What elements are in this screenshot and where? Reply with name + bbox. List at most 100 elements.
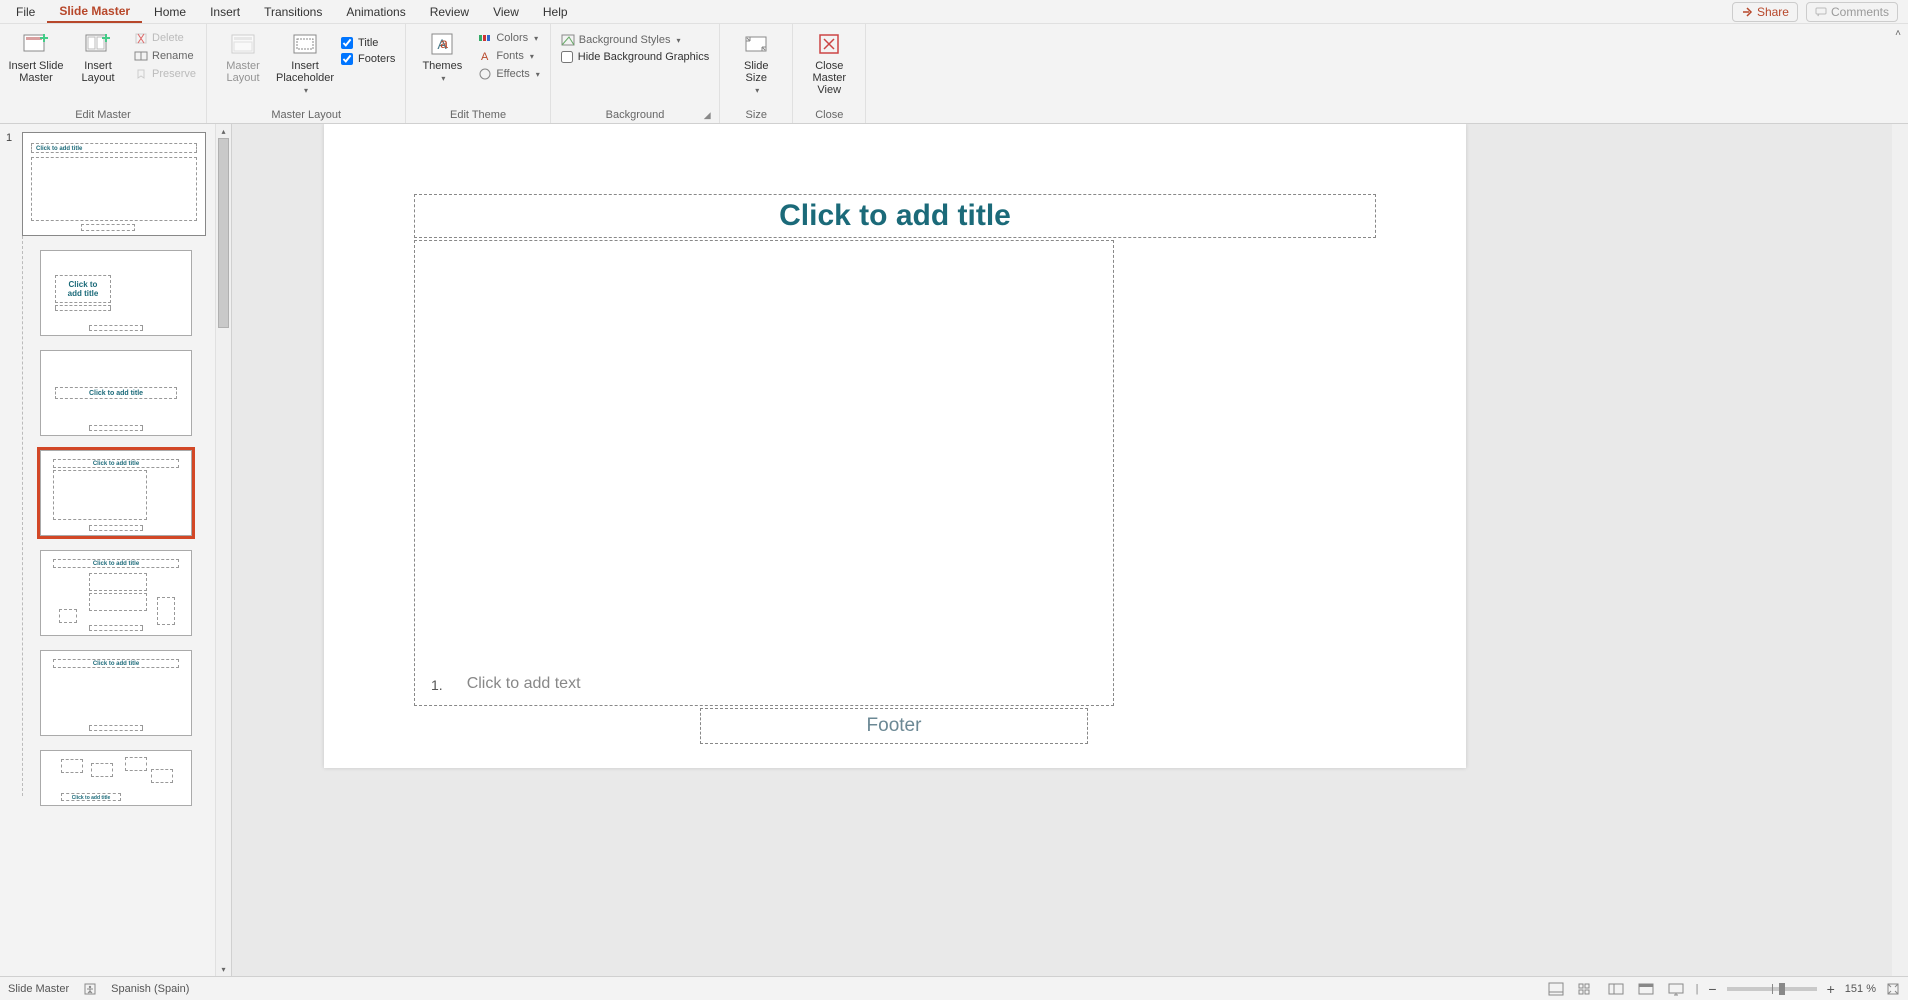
zoom-level[interactable]: 151 % [1845, 983, 1876, 995]
group-edit-theme-label: Edit Theme [414, 107, 541, 123]
workspace: 1 Click to add title Click toadd title C… [0, 124, 1908, 976]
layout-thumbnail-6[interactable]: Click to add title [40, 750, 192, 806]
status-view-mode: Slide Master [8, 983, 69, 995]
fonts-icon: A [478, 49, 492, 63]
tab-transitions[interactable]: Transitions [252, 2, 334, 22]
slide-size-icon [742, 30, 770, 58]
title-placeholder[interactable]: Click to add title [414, 194, 1376, 238]
scroll-down-arrow-icon[interactable]: ▾ [216, 962, 231, 976]
ribbon-collapse-button[interactable]: ˄ [1888, 24, 1908, 123]
effects-button[interactable]: Effects [476, 66, 541, 82]
title-checkbox[interactable]: Title [339, 36, 397, 50]
layout-thumbnail-4[interactable]: Click to add title [40, 550, 192, 636]
scroll-up-arrow-icon[interactable]: ▴ [216, 124, 231, 138]
tab-home[interactable]: Home [142, 2, 198, 22]
colors-icon [478, 31, 492, 45]
chevron-up-icon: ˄ [1895, 28, 1901, 39]
title-checkbox-input[interactable] [341, 37, 353, 49]
footers-checkbox[interactable]: Footers [339, 52, 397, 66]
effects-label: Effects [496, 68, 529, 80]
themes-label: Themes [422, 60, 462, 72]
themes-button[interactable]: Aa Themes [414, 26, 470, 83]
insert-layout-icon [84, 30, 112, 58]
master-layout-icon [229, 30, 257, 58]
tree-line [22, 236, 23, 796]
background-styles-label: Background Styles [579, 34, 671, 46]
insert-slide-master-icon [22, 30, 50, 58]
preserve-icon [134, 67, 148, 81]
group-edit-theme: Aa Themes Colors A Fonts Effects Edit [406, 24, 550, 123]
slide-thumbnail-panel: 1 Click to add title Click toadd title C… [0, 124, 232, 976]
slide[interactable]: Click to add title 1. Click to add text … [324, 124, 1466, 768]
zoom-slider[interactable] [1727, 987, 1817, 991]
canvas-scrollbar[interactable] [1892, 124, 1908, 976]
insert-slide-master-label: Insert Slide Master [8, 60, 63, 84]
rename-button[interactable]: Rename [132, 48, 198, 64]
footer-placeholder[interactable]: Footer [700, 708, 1088, 744]
share-label: Share [1757, 5, 1789, 19]
delete-button[interactable]: Delete [132, 30, 198, 46]
tab-view[interactable]: View [481, 2, 531, 22]
group-size-label: Size [728, 107, 784, 123]
tab-file[interactable]: File [4, 2, 47, 22]
group-background: Background Styles Hide Background Graphi… [551, 24, 720, 123]
insert-placeholder-button[interactable]: Insert Placeholder [277, 26, 333, 95]
insert-slide-master-button[interactable]: Insert Slide Master [8, 26, 64, 84]
tab-animations[interactable]: Animations [334, 2, 417, 22]
hide-bg-checkbox[interactable]: Hide Background Graphics [559, 50, 711, 64]
sorter-view-button[interactable] [1606, 981, 1626, 997]
tab-review[interactable]: Review [418, 2, 481, 22]
scrollbar-thumb[interactable] [218, 138, 229, 328]
group-background-label: Background [559, 107, 711, 123]
tab-slide-master[interactable]: Slide Master [47, 1, 142, 23]
background-styles-icon [561, 33, 575, 47]
svg-text:a: a [440, 35, 448, 51]
delete-label: Delete [152, 32, 184, 44]
notes-button[interactable] [1546, 981, 1566, 997]
background-styles-button[interactable]: Background Styles [559, 32, 711, 48]
zoom-in-button[interactable]: + [1827, 981, 1835, 997]
insert-placeholder-icon [291, 30, 319, 58]
fit-to-window-button[interactable] [1886, 982, 1900, 996]
layout-thumbnail-3[interactable]: Click to add title [40, 450, 192, 536]
accessibility-icon[interactable] [83, 982, 97, 996]
status-language[interactable]: Spanish (Spain) [111, 983, 189, 995]
close-master-view-button[interactable]: Close Master View [801, 26, 857, 96]
colors-button[interactable]: Colors [476, 30, 541, 46]
tab-insert[interactable]: Insert [198, 2, 252, 22]
content-placeholder-text: Click to add text [467, 675, 581, 693]
layout-thumbnail-2[interactable]: Click to add title [40, 350, 192, 436]
preserve-label: Preserve [152, 68, 196, 80]
reading-view-button[interactable] [1636, 981, 1656, 997]
background-dialog-launcher[interactable]: ◢ [701, 109, 713, 121]
slide-size-button[interactable]: Slide Size [728, 26, 784, 95]
group-master-layout: Master Layout Insert Placeholder Title F… [207, 24, 406, 123]
normal-view-button[interactable] [1576, 981, 1596, 997]
thumbnail-scrollbar[interactable]: ▴ ▾ [215, 124, 231, 976]
zoom-slider-thumb[interactable] [1779, 983, 1785, 995]
insert-placeholder-label: Insert Placeholder [276, 60, 334, 84]
fonts-label: Fonts [496, 50, 524, 62]
master-thumbnail[interactable]: Click to add title [22, 132, 206, 236]
master-index: 1 [6, 132, 16, 236]
tab-help[interactable]: Help [531, 2, 580, 22]
layout-thumbnail-1[interactable]: Click toadd title [40, 250, 192, 336]
footers-checkbox-input[interactable] [341, 53, 353, 65]
comments-button[interactable]: Comments [1806, 2, 1898, 22]
hide-bg-checkbox-input[interactable] [561, 51, 573, 63]
layout-thumbnail-5[interactable]: Click to add title [40, 650, 192, 736]
list-number: 1. [431, 677, 443, 693]
fonts-button[interactable]: A Fonts [476, 48, 541, 64]
master-layout-button[interactable]: Master Layout [215, 26, 271, 84]
comments-label: Comments [1831, 5, 1889, 19]
svg-text:A: A [481, 51, 489, 63]
share-button[interactable]: Share [1732, 2, 1798, 22]
content-placeholder[interactable]: 1. Click to add text [414, 240, 1114, 706]
zoom-out-button[interactable]: − [1708, 981, 1716, 997]
group-size: Slide Size Size [720, 24, 793, 123]
preserve-button[interactable]: Preserve [132, 66, 198, 82]
menu-tabbar: File Slide Master Home Insert Transition… [0, 0, 1908, 24]
slideshow-button[interactable] [1666, 981, 1686, 997]
ribbon: Insert Slide Master Insert Layout Delete… [0, 24, 1908, 124]
insert-layout-button[interactable]: Insert Layout [70, 26, 126, 84]
